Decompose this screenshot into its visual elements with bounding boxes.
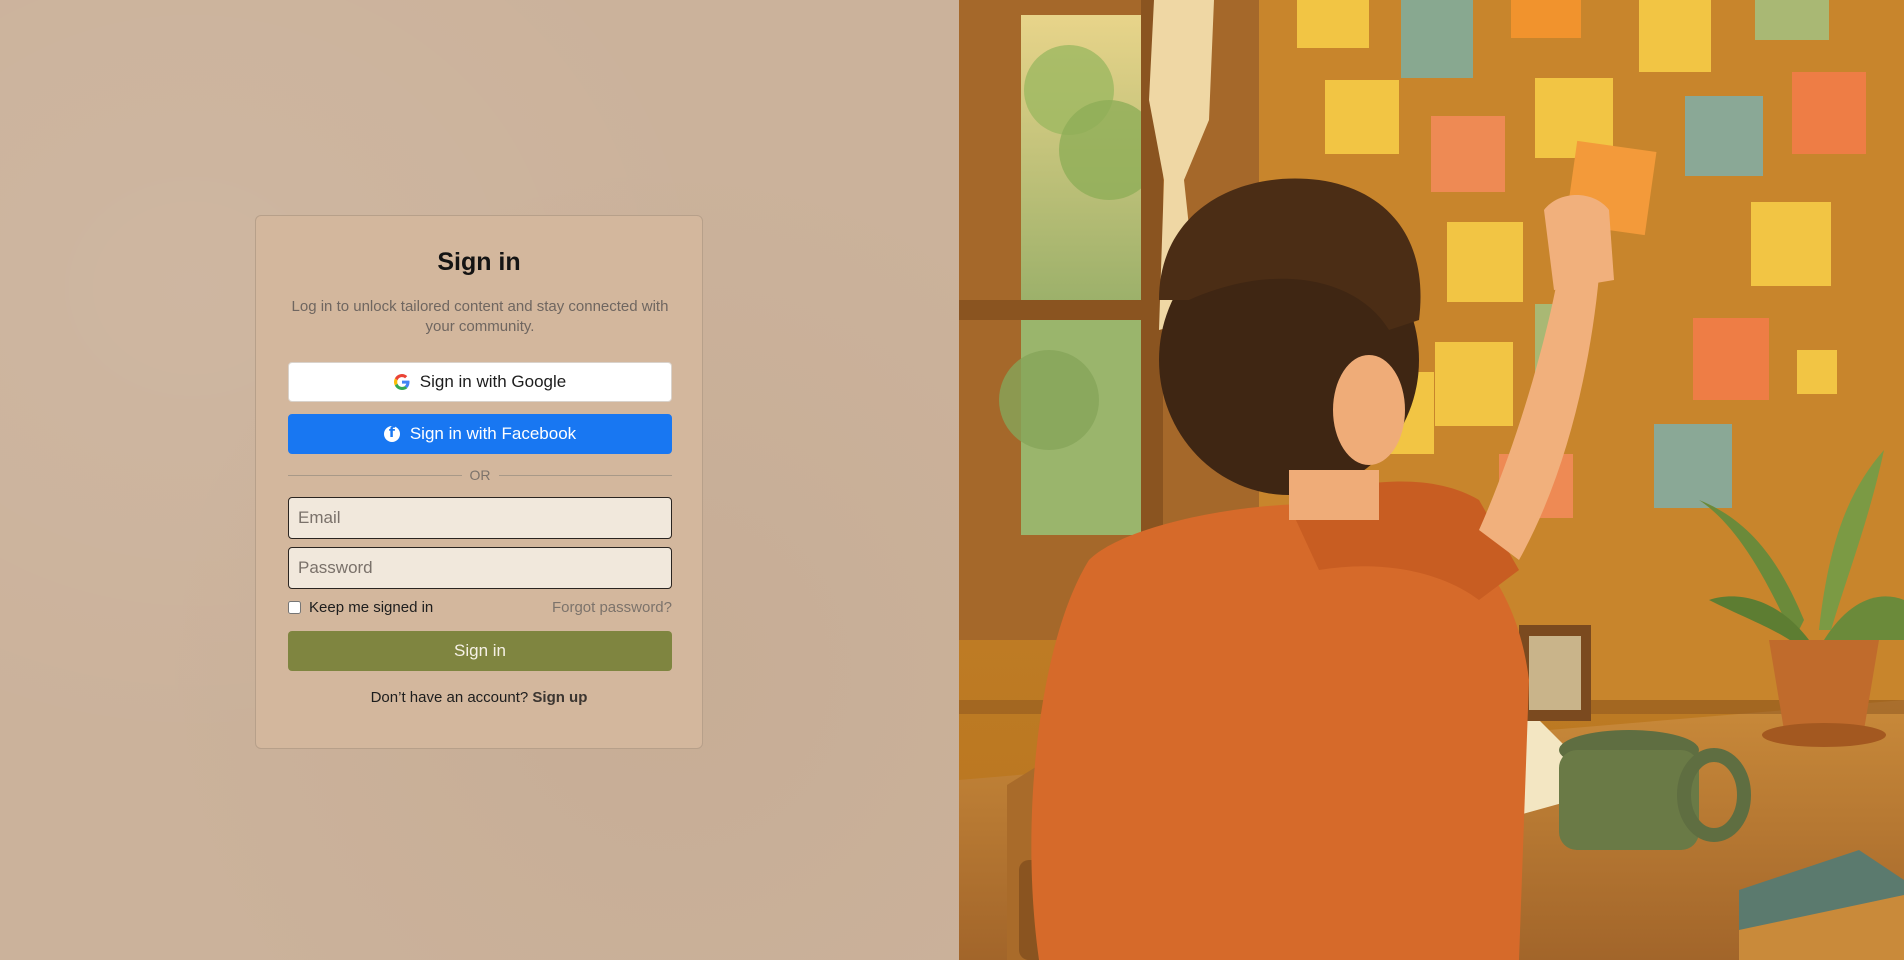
boy-pinning-notes-illustration <box>959 0 1904 960</box>
or-divider: OR <box>288 467 672 483</box>
facebook-icon <box>383 425 400 442</box>
signin-submit-button[interactable]: Sign in <box>288 631 672 671</box>
hero-illustration <box>959 0 1904 960</box>
page-title: Sign in <box>437 248 521 276</box>
remember-me-label: Keep me signed in <box>309 599 434 616</box>
google-icon <box>393 374 410 390</box>
divider-line-left <box>288 474 462 476</box>
password-field[interactable] <box>288 547 672 589</box>
email-field[interactable] <box>288 497 672 539</box>
divider-text: OR <box>469 467 491 483</box>
signup-link[interactable]: Sign up <box>532 689 587 706</box>
signup-prompt: Don’t have an account? Sign up <box>288 689 670 706</box>
google-signin-button[interactable]: Sign in with Google <box>288 362 672 402</box>
signup-prompt-text: Don’t have an account? <box>370 689 529 706</box>
forgot-password-link[interactable]: Forgot password? <box>552 599 672 616</box>
login-panel: Sign in Log in to unlock tailored conten… <box>0 0 959 960</box>
divider-line-right <box>498 474 672 476</box>
google-button-label: Sign in with Google <box>419 372 567 391</box>
signin-subtitle: Log in to unlock tailored content and st… <box>291 298 669 335</box>
signin-options-row: Keep me signed in Forgot password? <box>288 599 672 616</box>
facebook-signin-button[interactable]: Sign in with Facebook <box>288 414 672 454</box>
facebook-button-label: Sign in with Facebook <box>409 424 577 443</box>
signin-card: Sign in Log in to unlock tailored conten… <box>255 215 703 749</box>
remember-me[interactable]: Keep me signed in <box>288 599 433 616</box>
remember-me-checkbox[interactable] <box>288 601 301 614</box>
